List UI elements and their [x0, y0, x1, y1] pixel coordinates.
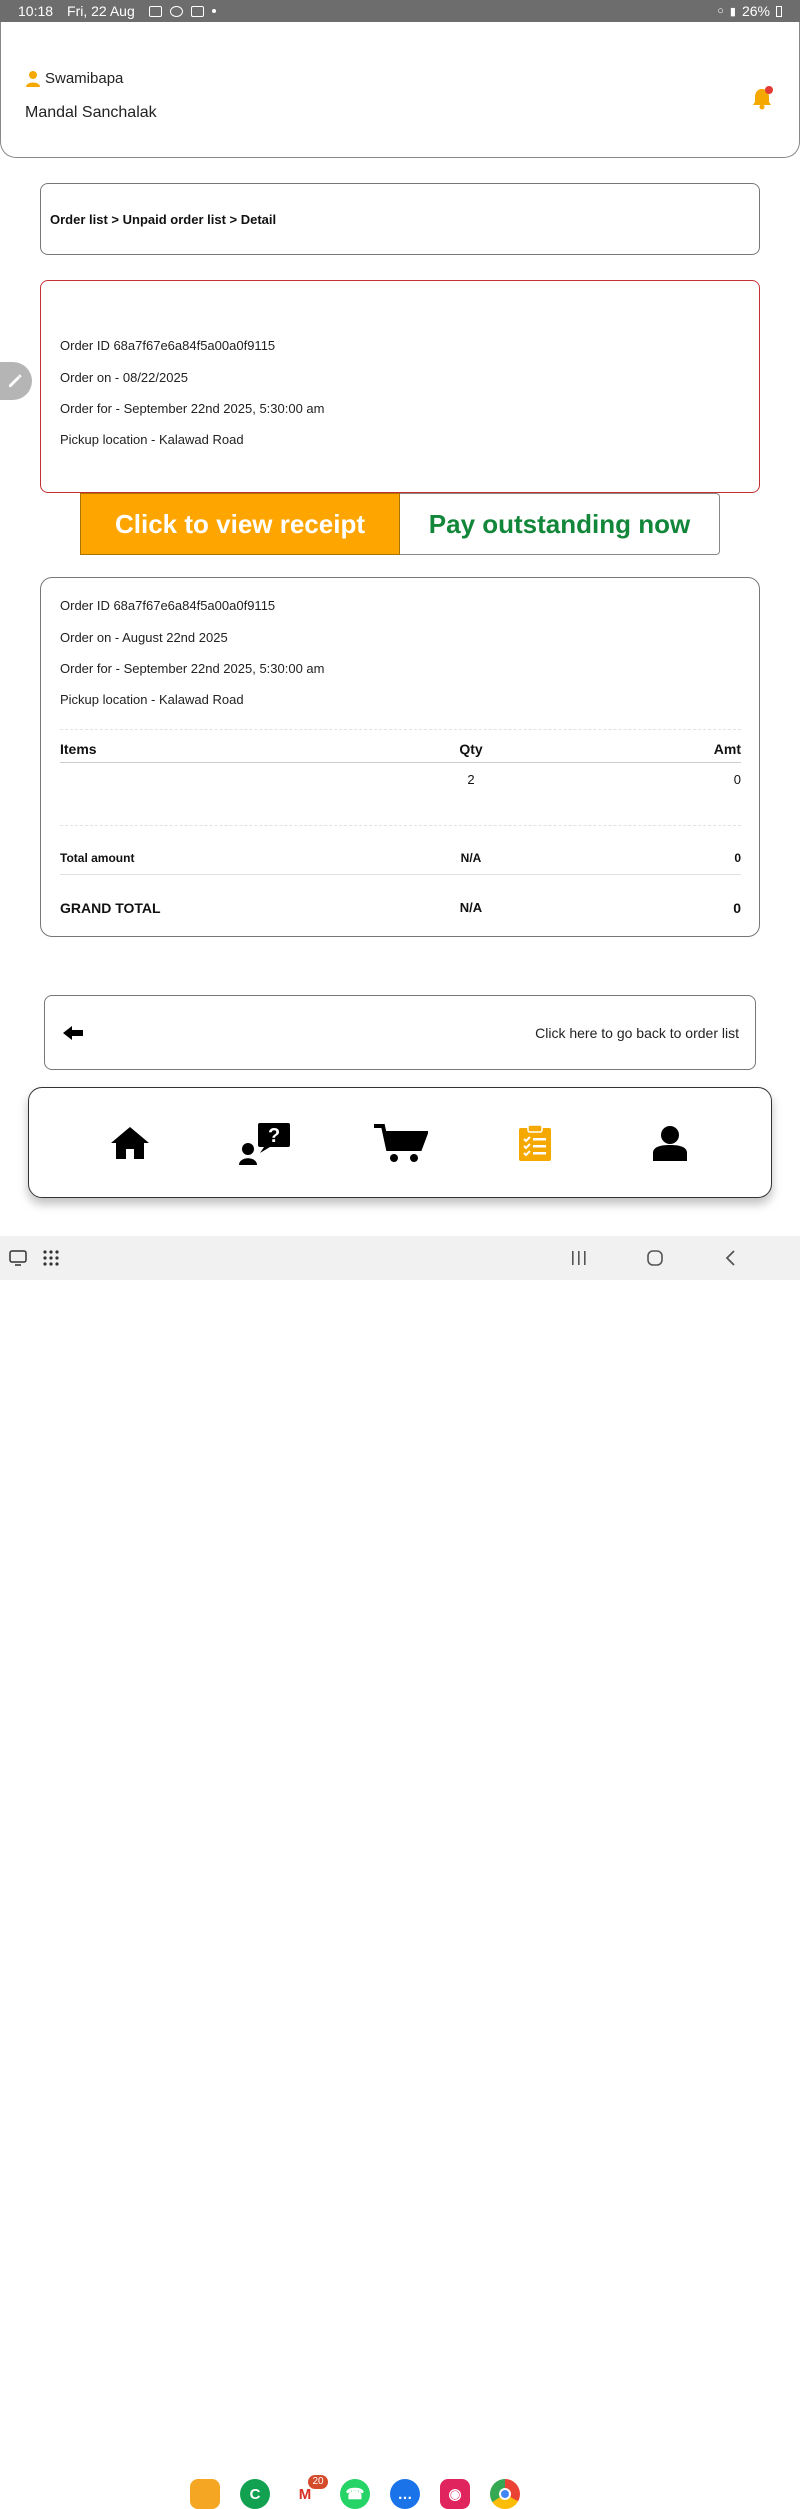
nav-cart[interactable] — [370, 1113, 430, 1173]
whatsapp-notif-icon — [169, 5, 183, 17]
breadcrumb: Order list > Unpaid order list > Detail — [40, 183, 760, 255]
order-summary-card: Order ID 68a7f67e6a84f5a00a0f9115 Order … — [40, 280, 760, 493]
home-button-icon[interactable] — [646, 1249, 664, 1267]
row-amt: 0 — [733, 772, 741, 787]
phone-app-icon[interactable]: C — [240, 2479, 270, 2509]
app-grid-icon[interactable] — [41, 1248, 61, 1268]
status-date: Fri, 22 Aug — [67, 3, 135, 19]
detail-order-for: Order for - September 22nd 2025, 5:30:00… — [60, 661, 325, 676]
col-amt: Amt — [713, 741, 741, 757]
whatsapp-app-icon[interactable]: ☎ — [340, 2479, 370, 2509]
grand-total-qty: N/A — [459, 900, 483, 915]
divider — [60, 762, 741, 763]
grand-total-amt: 0 — [733, 900, 741, 916]
divider — [60, 874, 741, 875]
screen-share-icon[interactable] — [8, 1248, 28, 1268]
files-app-icon[interactable] — [190, 2479, 220, 2509]
order-date: Order on - 08/22/2025 — [60, 370, 188, 385]
gallery-icon — [148, 5, 162, 17]
more-notifs-icon — [211, 9, 216, 13]
grand-total-label: GRAND TOTAL — [60, 900, 161, 916]
user-name: Swamibapa — [45, 70, 124, 87]
signal-icon: ▮ — [729, 5, 736, 18]
view-receipt-button[interactable]: Click to view receipt — [80, 493, 400, 555]
edit-button[interactable] — [0, 362, 32, 400]
chrome-app-icon[interactable] — [490, 2479, 520, 2509]
back-to-order-list[interactable]: Click here to go back to order list — [44, 995, 756, 1070]
total-amt: 0 — [734, 851, 741, 865]
status-time: 10:18 — [18, 3, 54, 19]
detail-order-id: Order ID 68a7f67e6a84f5a00a0f9115 — [60, 598, 276, 613]
notification-bell-icon[interactable] — [751, 86, 773, 110]
pencil-icon — [9, 374, 22, 387]
user-icon — [26, 71, 40, 87]
action-buttons: Click to view receipt Pay outstanding no… — [80, 493, 720, 555]
order-detail-card: Order ID 68a7f67e6a84f5a00a0f9115 Order … — [40, 577, 760, 937]
divider — [60, 825, 741, 826]
arrow-left-icon — [63, 1025, 83, 1040]
detail-order-date: Order on - August 22nd 2025 — [60, 630, 228, 645]
nav-orders[interactable] — [505, 1113, 565, 1173]
app-header: Swamibapa Mandal Sanchalak — [0, 22, 800, 158]
message-notif-icon — [190, 5, 204, 17]
row-qty: 2 — [467, 772, 475, 787]
system-nav-bar: C M 20 ☎ … ◉ — [0, 1236, 800, 2509]
total-label: Total amount — [60, 851, 135, 865]
battery-icon — [776, 5, 782, 17]
col-qty: Qty — [459, 741, 483, 757]
svg-text:?: ? — [268, 1125, 280, 1147]
divider — [60, 729, 741, 730]
order-id: Order ID 68a7f67e6a84f5a00a0f9115 — [60, 338, 276, 353]
home-icon — [111, 1126, 150, 1159]
wifi-icon: ○ — [717, 5, 724, 17]
camera-app-icon[interactable]: ◉ — [440, 2479, 470, 2509]
status-bar: 10:18 Fri, 22 Aug ○ ▮ 26% — [0, 0, 800, 22]
back-link-label: Click here to go back to order list — [535, 1024, 739, 1041]
breadcrumb-text: Order list > Unpaid order list > Detail — [50, 211, 277, 227]
cart-icon — [373, 1123, 428, 1162]
nav-questions[interactable]: ? — [235, 1113, 295, 1173]
question-icon: ? — [239, 1122, 291, 1165]
user-role: Mandal Sanchalak — [25, 104, 157, 121]
nav-profile[interactable] — [640, 1113, 700, 1173]
user-icon — [652, 1125, 687, 1161]
pay-outstanding-button[interactable]: Pay outstanding now — [400, 493, 720, 555]
user-info: Swamibapa — [25, 70, 123, 87]
back-button-icon[interactable] — [723, 1249, 739, 1267]
pickup-location: Pickup location - Kalawad Road — [60, 432, 244, 447]
battery-text: 26% — [741, 3, 770, 19]
messages-app-icon[interactable]: … — [390, 2479, 420, 2509]
clipboard-icon — [518, 1123, 551, 1161]
detail-pickup-location: Pickup location - Kalawad Road — [60, 692, 244, 707]
gmail-badge: 20 — [308, 2475, 328, 2489]
col-items: Items — [60, 741, 97, 757]
recents-icon[interactable] — [569, 1250, 589, 1266]
bottom-nav: ? — [28, 1087, 772, 1198]
total-qty: N/A — [460, 851, 482, 865]
nav-home[interactable] — [100, 1113, 160, 1173]
order-for: Order for - September 22nd 2025, 5:30:00… — [60, 401, 325, 416]
